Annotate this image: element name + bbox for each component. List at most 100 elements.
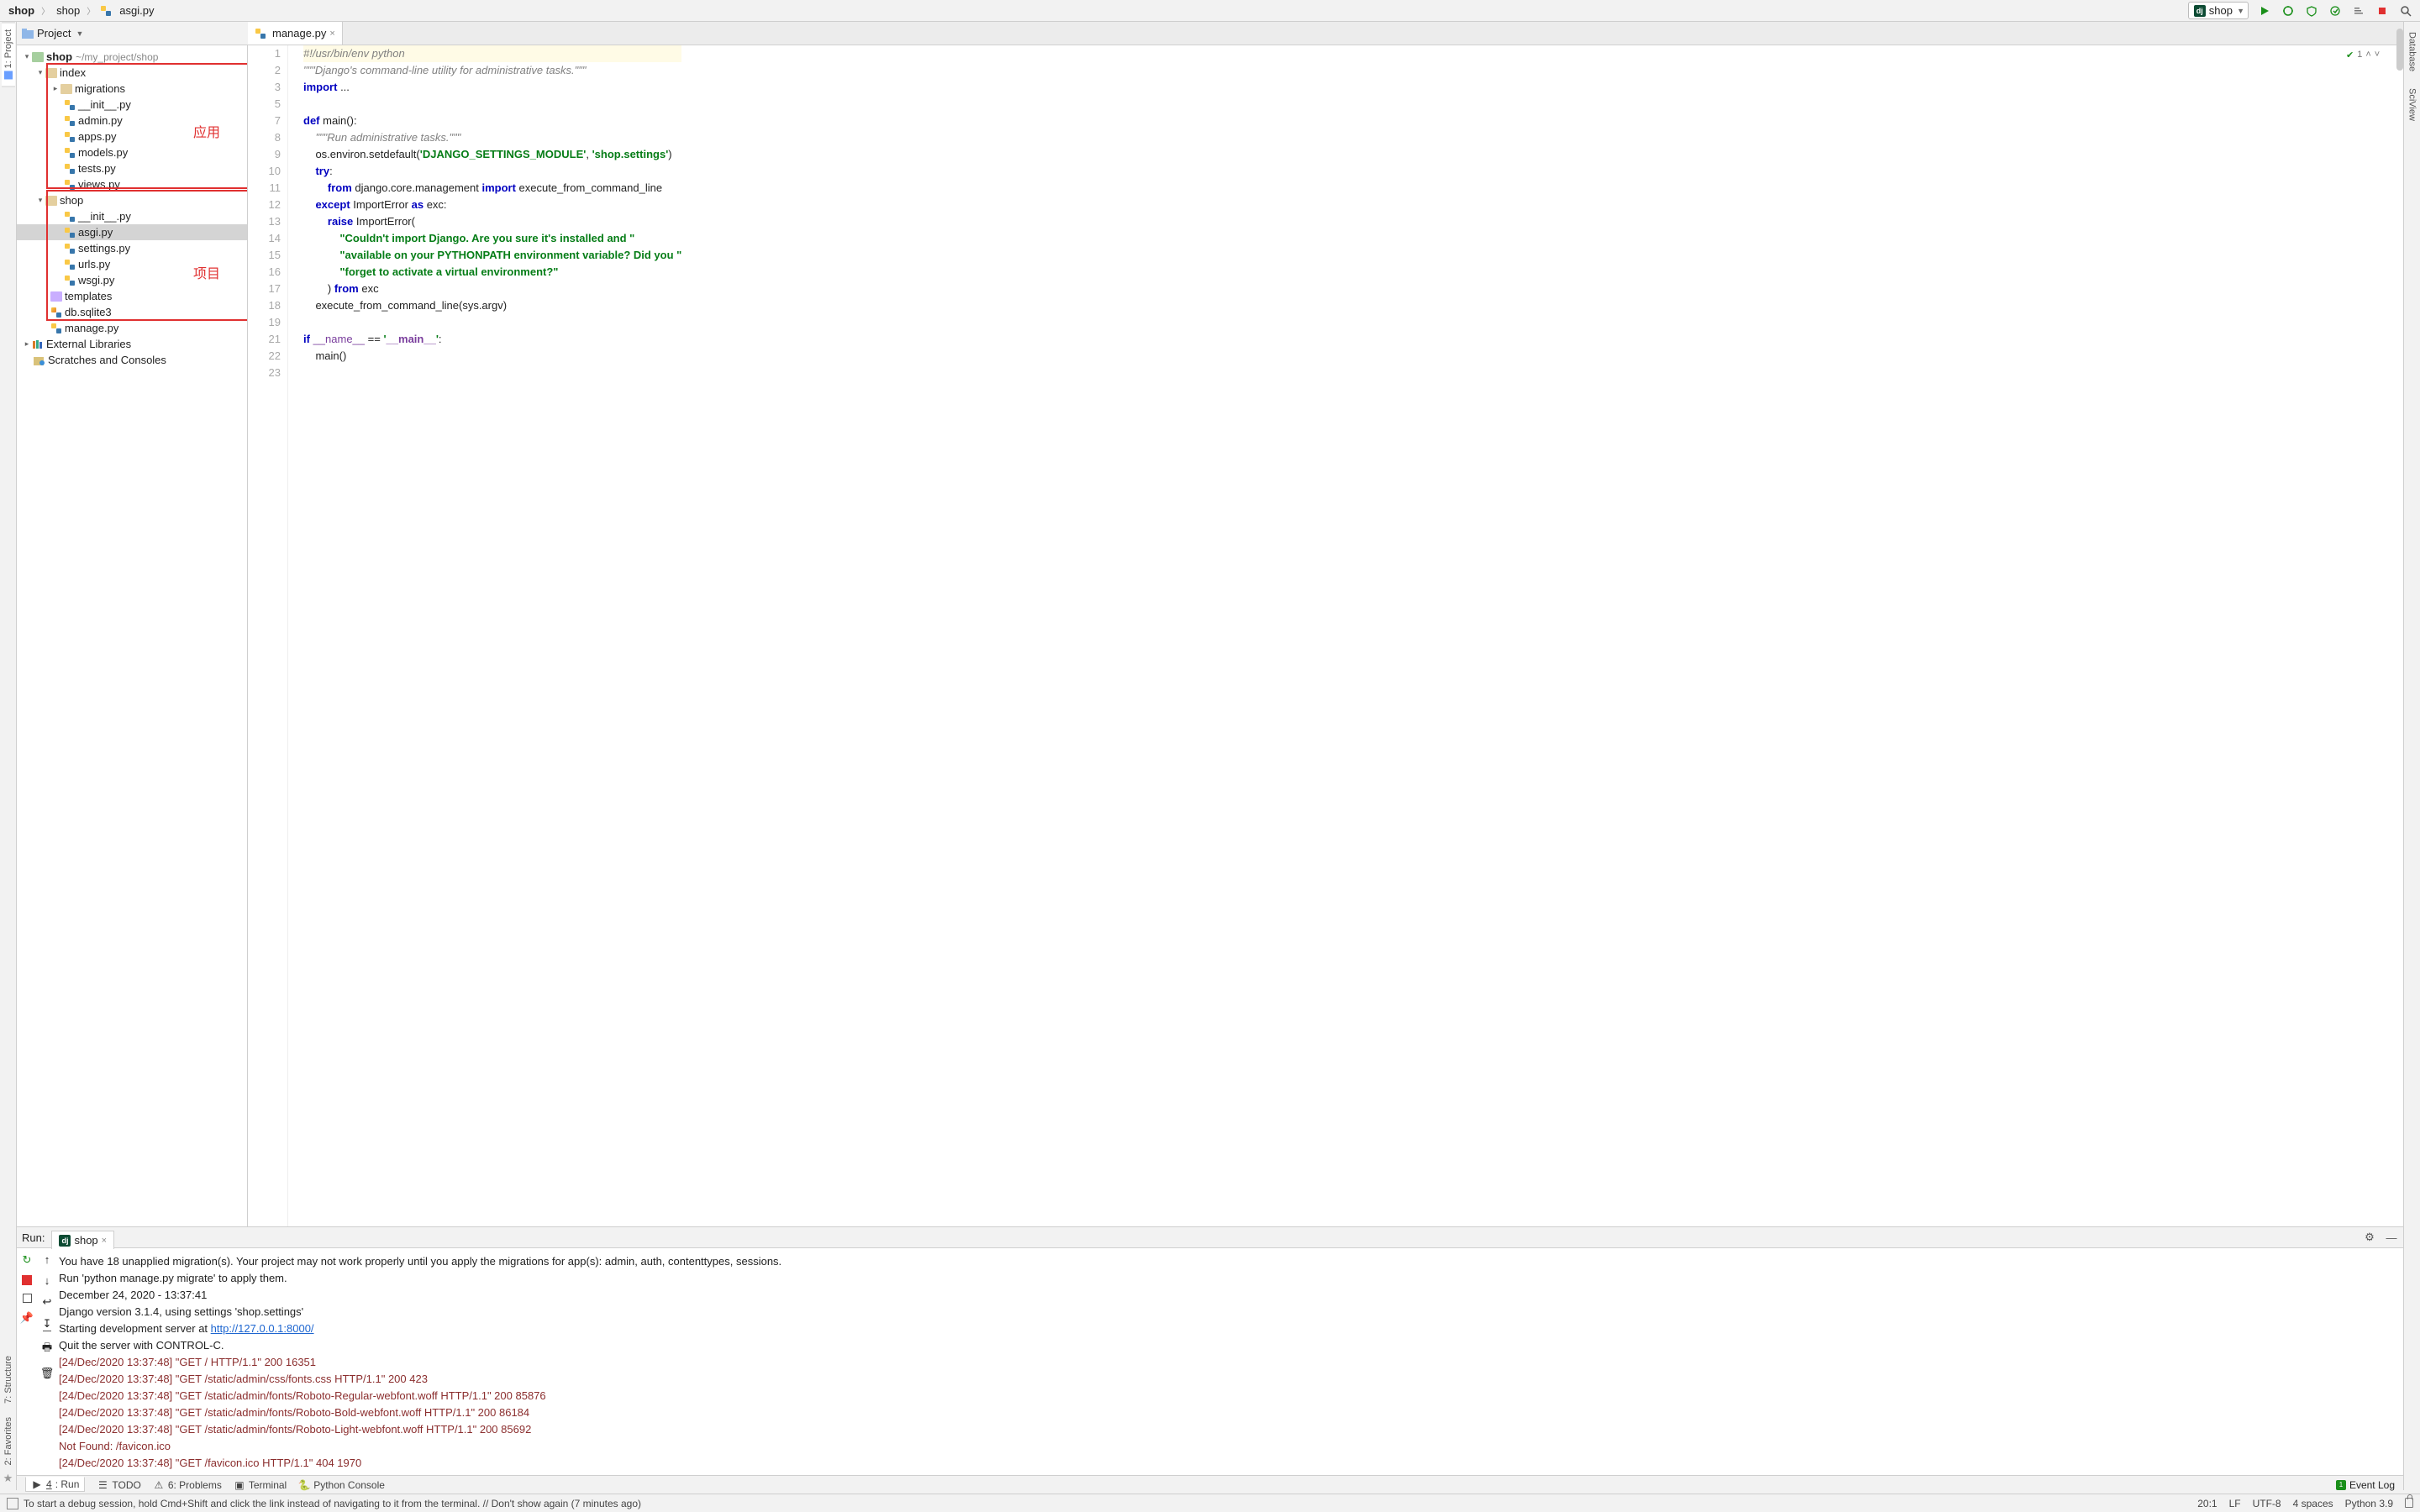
run-title-label: Run: [22, 1231, 45, 1244]
tree-file[interactable]: __init__.py [17, 97, 247, 113]
line-number-gutter[interactable]: 123578910111213141516171819212223 [248, 45, 288, 1226]
crumb-package[interactable]: shop [55, 4, 82, 17]
python-file-icon [255, 28, 266, 39]
cursor-position[interactable]: 20:1 [2197, 1498, 2217, 1509]
tree-file-db[interactable]: db.sqlite3 [17, 304, 247, 320]
run-config-name: shop [2209, 4, 2233, 17]
tab-favorites-label: 2: Favorites [3, 1417, 13, 1465]
soft-wrap-icon[interactable]: ↩ [43, 1295, 52, 1309]
bottom-tab-todo[interactable]: ☰TODO [97, 1479, 140, 1491]
bottom-tab-problems[interactable]: ⚠6: Problems [153, 1479, 222, 1491]
hide-panel-icon[interactable]: — [2385, 1231, 2398, 1244]
tree-folder-index[interactable]: ▾index [17, 65, 247, 81]
tab-structure[interactable]: 7: Structure [2, 1349, 15, 1410]
breadcrumb[interactable]: shop 〉 shop 〉 asgi.py [7, 4, 155, 17]
tree-folder-migrations[interactable]: ▸migrations [17, 81, 247, 97]
fold-gutter[interactable] [288, 45, 300, 1226]
editor-tab-manage[interactable]: manage.py × [248, 22, 343, 45]
run-button[interactable] [2257, 3, 2272, 18]
db-file-icon [50, 307, 62, 318]
scroll-to-end-icon[interactable]: ↧ [43, 1317, 52, 1331]
tree-file[interactable]: models.py [17, 144, 247, 160]
chevron-down-icon[interactable]: ▼ [76, 29, 83, 38]
event-log-button[interactable]: Event Log [2349, 1479, 2395, 1491]
scroll-down-icon[interactable]: ↓ [45, 1274, 50, 1287]
rerun-icon[interactable]: ↻ [23, 1253, 32, 1267]
stop-button[interactable] [2375, 3, 2390, 18]
tree-folder-shop[interactable]: ▾shop [17, 192, 247, 208]
package-folder-icon [60, 84, 72, 94]
run-console[interactable]: You have 18 unapplied migration(s). Your… [57, 1248, 2403, 1475]
tree-scratches[interactable]: Scratches and Consoles [17, 352, 247, 368]
nav-prev-issue-icon[interactable]: ˄ [2365, 50, 2370, 60]
tab-project[interactable]: 1: Project [2, 22, 15, 87]
close-tab-icon[interactable]: × [102, 1236, 107, 1246]
status-hint[interactable]: To start a debug session, hold Cmd+Shift… [24, 1498, 2197, 1509]
lock-icon[interactable] [2405, 1498, 2413, 1508]
project-tree[interactable]: ▾shop~/my_project/shop ▾index ▸migration… [17, 45, 248, 1226]
tree-folder-index-label: index [60, 66, 86, 79]
bottom-tab-run[interactable]: ▶44: Run: Run [25, 1477, 85, 1492]
line-separator[interactable]: LF [2229, 1498, 2241, 1509]
stop-icon[interactable] [22, 1275, 32, 1285]
tree-file[interactable]: tests.py [17, 160, 247, 176]
tool-windows-toggle-icon[interactable] [7, 1498, 18, 1509]
python-file-icon [64, 131, 76, 143]
clear-all-icon[interactable]: 🗑 [40, 1367, 55, 1380]
crumb-file[interactable]: asgi.py [118, 4, 155, 17]
tab-sciview[interactable]: SciView [2406, 81, 2419, 128]
bottom-tab-python-console[interactable]: 🐍Python Console [298, 1479, 385, 1491]
tree-root[interactable]: ▾shop~/my_project/shop [17, 49, 247, 65]
inspection-widget[interactable]: ✔1 ˄ ˅ [2346, 45, 2371, 64]
print-icon[interactable]: 🖶 [42, 1340, 52, 1358]
tree-file[interactable]: __init__.py [17, 208, 247, 224]
favorites-star-icon[interactable]: ★ [3, 1472, 13, 1485]
python-file-icon [64, 163, 76, 175]
tab-database[interactable]: Database [2406, 25, 2419, 78]
python-file-icon [50, 323, 62, 334]
scroll-up-icon[interactable]: ↑ [45, 1253, 50, 1266]
terminal-icon: ▣ [234, 1479, 245, 1491]
encoding[interactable]: UTF-8 [2253, 1498, 2281, 1509]
code-content[interactable]: #!/usr/bin/env python"""Django's command… [300, 45, 681, 1226]
project-view-label[interactable]: Project [37, 27, 71, 39]
coverage-button[interactable] [2304, 3, 2319, 18]
run-tab-shop[interactable]: dj shop × [51, 1231, 114, 1249]
close-tab-icon[interactable]: × [329, 29, 334, 39]
editor[interactable]: 123578910111213141516171819212223 #!/usr… [248, 45, 2403, 1226]
tab-project-label: 1: Project [3, 29, 13, 68]
python-file-icon [64, 115, 76, 127]
bottom-tool-tabs: ▶44: Run: Run ☰TODO ⚠6: Problems ▣Termin… [17, 1475, 2403, 1494]
editor-tabs: manage.py × [248, 22, 2403, 45]
run-config-selector[interactable]: dj shop ▼ [2188, 2, 2249, 19]
run-output-actions: ↑ ↓ ↩ ↧ 🖶 🗑 [37, 1248, 57, 1475]
gear-icon[interactable]: ⚙ [2363, 1231, 2376, 1244]
search-everywhere-icon[interactable] [2398, 3, 2413, 18]
tree-file-manage[interactable]: manage.py [17, 320, 247, 336]
python-file-icon [64, 211, 76, 223]
tree-external-libraries[interactable]: ▸External Libraries [17, 336, 247, 352]
attach-button[interactable] [2328, 3, 2343, 18]
bottom-tab-terminal[interactable]: ▣Terminal [234, 1479, 287, 1491]
pin-icon[interactable]: 📌 [20, 1311, 34, 1325]
tab-favorites[interactable]: 2: Favorites [2, 1410, 15, 1472]
tree-file[interactable]: settings.py [17, 240, 247, 256]
libraries-icon [32, 339, 44, 349]
tab-structure-label: 7: Structure [3, 1356, 13, 1404]
nav-next-issue-icon[interactable]: ˅ [2375, 50, 2380, 60]
python-file-icon [64, 275, 76, 286]
run-tool-window: Run: dj shop × ⚙ — ↻ 📌 ↑ ↓ ↩ ↧ 🖶 🗑 You h… [17, 1226, 2403, 1475]
chevron-down-icon: ▼ [2237, 7, 2244, 15]
tree-folder-templates[interactable]: templates [17, 288, 247, 304]
sdk-indicator[interactable]: Python 3.9 [2345, 1498, 2393, 1509]
tasks-button[interactable] [2351, 3, 2366, 18]
tree-root-path: ~/my_project/shop [76, 51, 158, 63]
indent-setting[interactable]: 4 spaces [2293, 1498, 2333, 1509]
tree-file-asgi[interactable]: asgi.py [17, 224, 247, 240]
python-file-icon [64, 227, 76, 239]
debug-button[interactable] [2281, 3, 2296, 18]
scrollbar-thumb[interactable] [2396, 29, 2403, 71]
crumb-root[interactable]: shop [7, 4, 36, 17]
tree-file[interactable]: views.py [17, 176, 247, 192]
layout-icon[interactable] [23, 1294, 32, 1303]
